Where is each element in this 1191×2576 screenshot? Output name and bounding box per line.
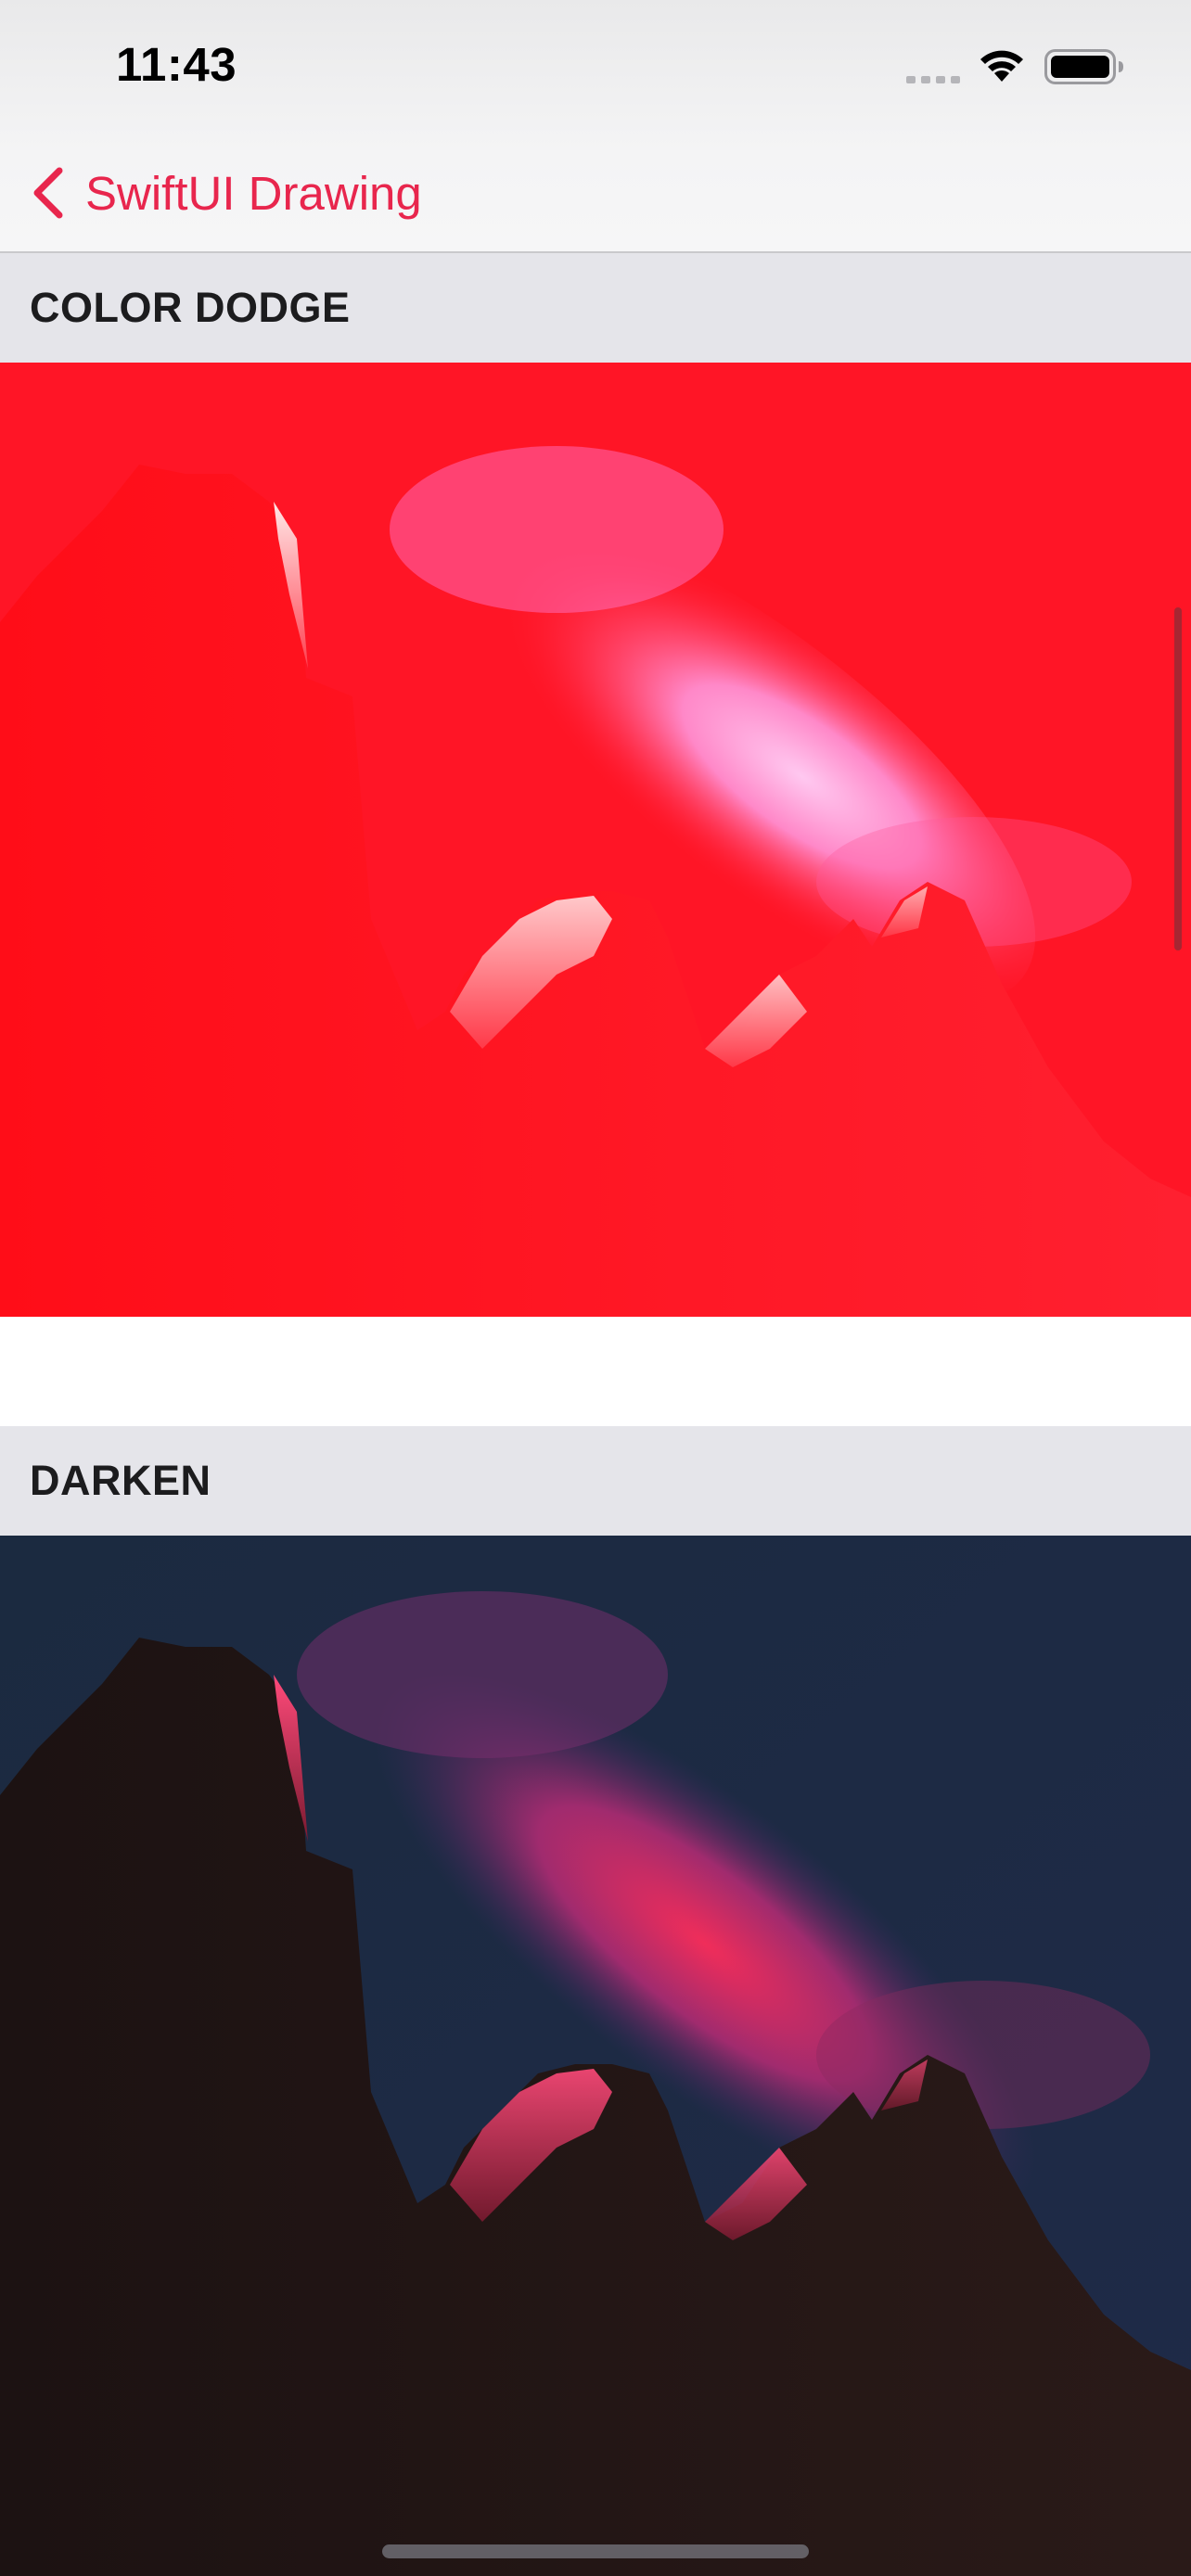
status-bar: 11:43 — [0, 0, 1191, 130]
scroll-indicator[interactable] — [1174, 607, 1182, 950]
back-button[interactable]: SwiftUI Drawing — [30, 158, 422, 228]
wifi-icon — [980, 50, 1023, 82]
section-title: DARKEN — [30, 1457, 211, 1504]
darken-image — [0, 1536, 1191, 2576]
top-bar: 11:43 SwiftUI Drawing — [0, 0, 1191, 253]
home-indicator[interactable] — [382, 2544, 809, 2558]
color-dodge-image — [0, 363, 1191, 1317]
section-header-darken: DARKEN — [0, 1426, 1191, 1536]
navigation-bar: SwiftUI Drawing — [0, 130, 1191, 253]
cellular-signal-icon — [906, 76, 960, 83]
section-title: COLOR DODGE — [30, 284, 351, 331]
screen: 11:43 SwiftUI Drawing COLOR DODGE DARKEN — [0, 0, 1191, 2576]
section-spacer — [0, 1317, 1191, 1426]
chevron-left-icon — [33, 167, 63, 219]
status-time: 11:43 — [116, 38, 237, 91]
section-header-color-dodge: COLOR DODGE — [0, 253, 1191, 363]
back-button-label: SwiftUI Drawing — [85, 166, 422, 220]
battery-icon — [1044, 49, 1123, 84]
